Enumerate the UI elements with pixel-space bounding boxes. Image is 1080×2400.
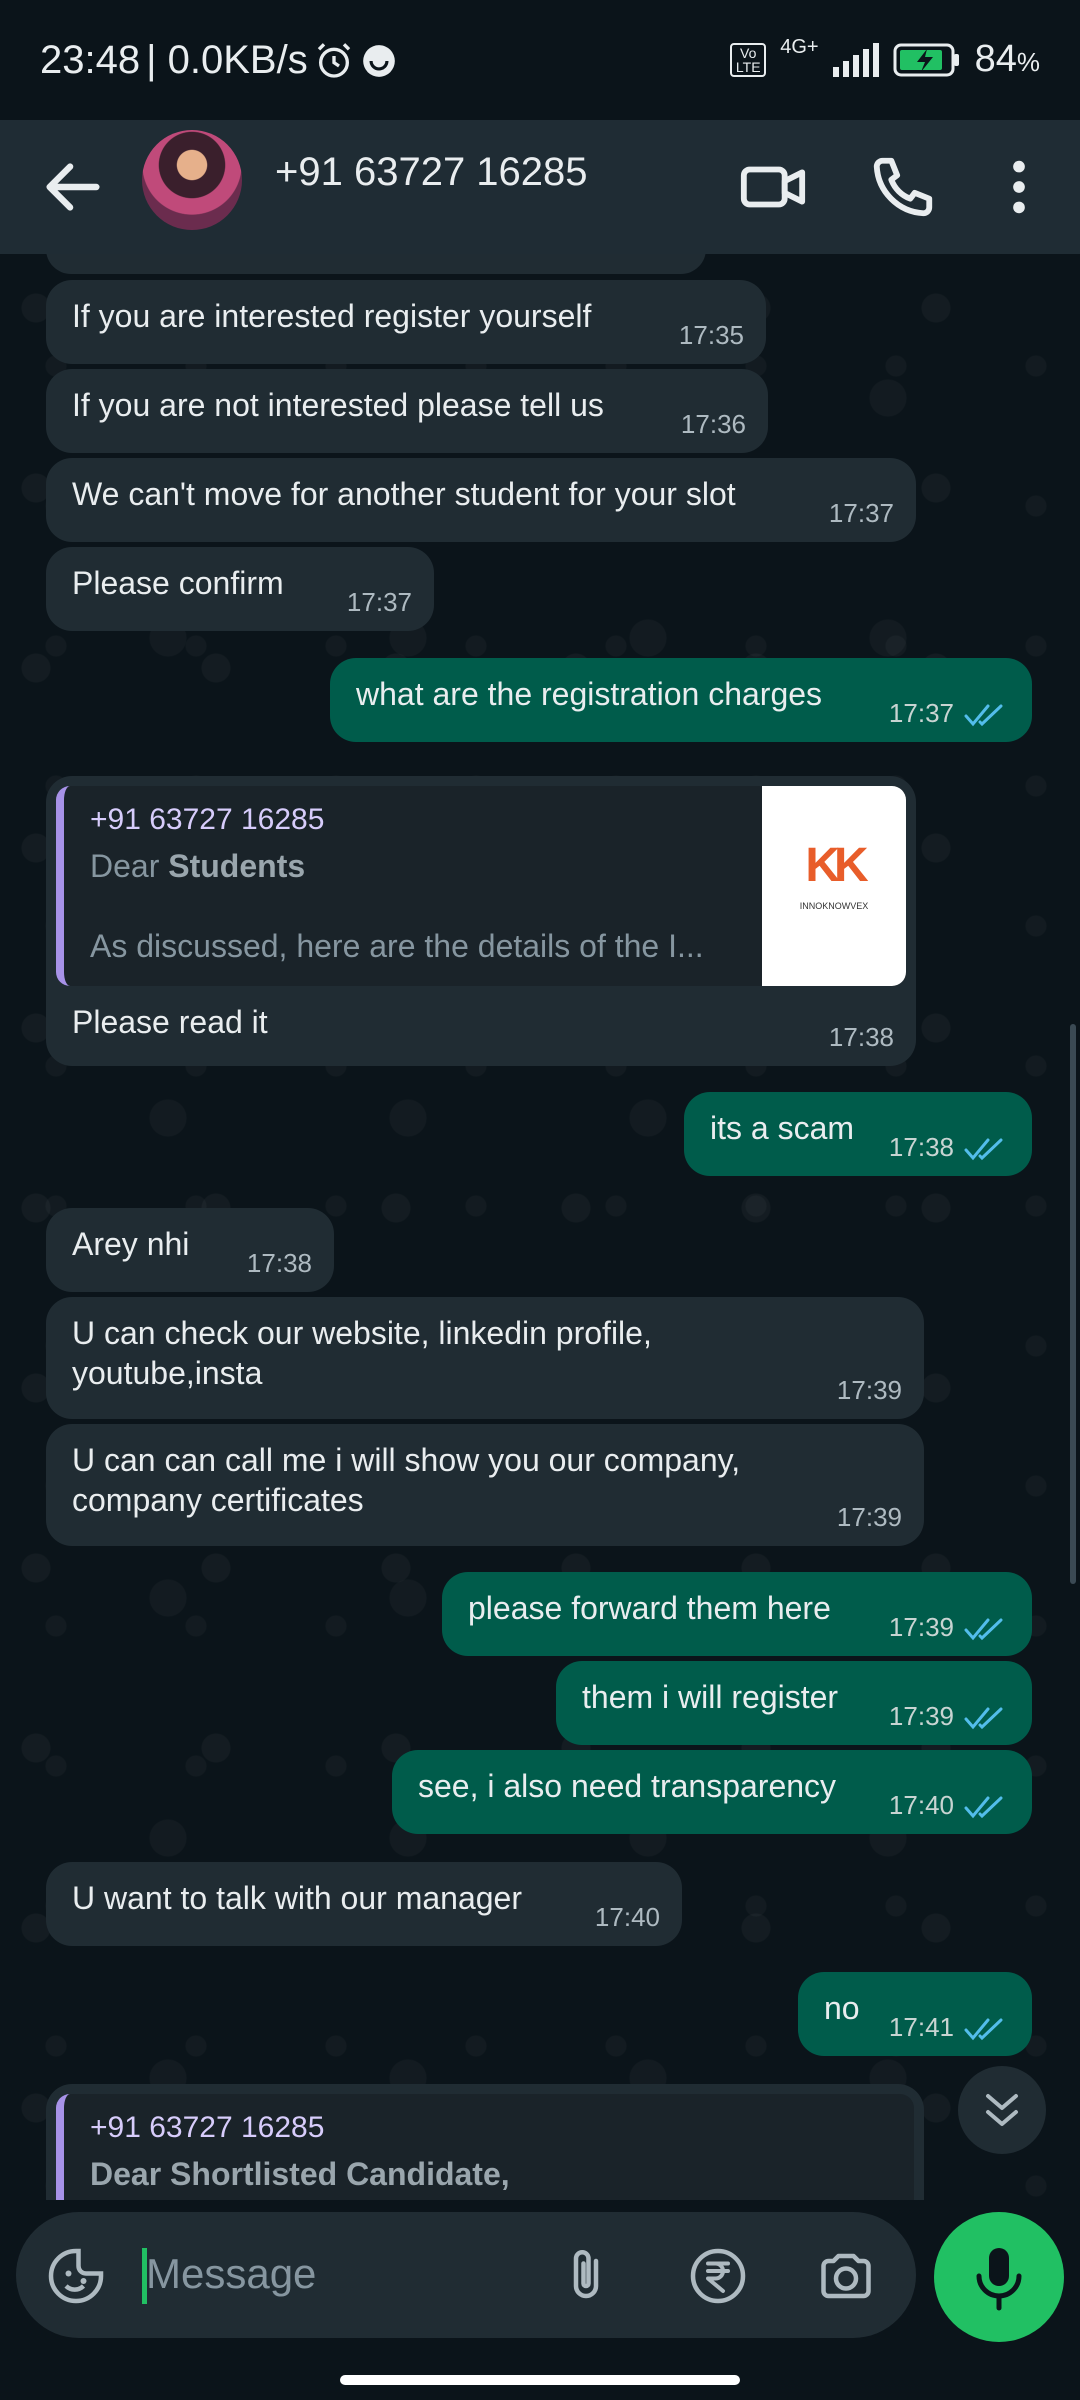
message-bubble[interactable]: We can't move for another student for yo…	[46, 458, 916, 542]
read-ticks-icon	[964, 1138, 1003, 1161]
message-bubble-outgoing[interactable]: its a scam 17:38	[684, 1092, 1032, 1176]
microphone-icon	[976, 2248, 1022, 2311]
message-time: 17:40	[888, 1790, 954, 1820]
home-indicator[interactable]	[340, 2375, 740, 2385]
message-placeholder: Message	[146, 2250, 317, 2297]
message-text: no	[824, 1990, 860, 2026]
message-text: We can't move for another student for yo…	[72, 476, 736, 512]
quoted-message[interactable]: +91 63727 16285 Dear Students As discuss…	[56, 786, 906, 986]
message-time: 17:40	[594, 1902, 660, 1932]
scrollbar[interactable]	[1070, 1024, 1076, 1584]
read-ticks-icon	[964, 1707, 1003, 1730]
status-bar: 23:48 | 0.0KB/s Vo LTE 4G+ 84%	[0, 0, 1080, 120]
message-bubble-outgoing[interactable]: what are the registration charges 17:37	[330, 658, 1032, 742]
read-ticks-icon	[964, 2018, 1003, 2041]
message-text: If you are not interested please tell us	[72, 387, 604, 423]
quoted-bold: Dear Shortlisted Candidate,	[90, 2156, 510, 2192]
quoted-message[interactable]: +91 63727 16285 Dear Shortlisted Candida…	[56, 2094, 914, 2200]
message-time: 17:39	[836, 1375, 902, 1405]
message-bubble-outgoing[interactable]: see, i also need transparency 17:40	[392, 1750, 1032, 1834]
message-text: what are the registration charges	[356, 676, 823, 712]
contact-avatar[interactable]	[142, 130, 242, 230]
more-options-icon[interactable]	[984, 152, 1054, 222]
network-type: 4G+	[780, 36, 819, 58]
message-bubble-outgoing[interactable]: them i will register 17:39	[556, 1661, 1032, 1745]
message-time: 17:37	[828, 498, 894, 528]
battery-level: 84	[974, 38, 1017, 80]
message-text: Please read it	[72, 1004, 268, 1040]
alarm-icon	[317, 42, 350, 78]
quoted-line-1: Dear Students	[90, 846, 305, 886]
attach-icon[interactable]	[556, 2246, 616, 2306]
message-bubble-partial[interactable]	[46, 254, 706, 274]
quoted-prefix: Dear	[90, 848, 169, 884]
message-input[interactable]: Message	[16, 2212, 916, 2338]
message-time: 17:38	[888, 1132, 954, 1162]
quoted-line-1: Dear Shortlisted Candidate,	[90, 2154, 510, 2194]
contact-name[interactable]: +91 63727 16285	[275, 150, 588, 195]
message-bubble-quoted[interactable]: +91 63727 16285 Dear Students As discuss…	[46, 776, 916, 1066]
read-ticks-icon	[964, 1796, 1003, 1819]
status-time: 23:48	[40, 38, 141, 82]
voice-call-icon[interactable]	[868, 152, 938, 222]
message-time: 17:41	[888, 2012, 954, 2042]
message-bubble[interactable]: Arey nhi 17:38	[46, 1208, 334, 1292]
message-bubble-quoted[interactable]: +91 63727 16285 Dear Shortlisted Candida…	[46, 2084, 924, 2200]
message-text: Please confirm	[72, 565, 284, 601]
message-text: U can check our website, linkedin profil…	[72, 1315, 652, 1391]
message-bubble[interactable]: U want to talk with our manager 17:40	[46, 1862, 682, 1946]
scroll-to-bottom-button[interactable]	[958, 2066, 1046, 2154]
back-arrow-icon[interactable]	[38, 152, 108, 222]
message-text: its a scam	[710, 1110, 855, 1146]
quoted-line-2: As discussed, here are the details of th…	[90, 928, 704, 964]
message-text: them i will register	[582, 1679, 839, 1715]
message-bubble[interactable]: If you are not interested please tell us…	[46, 369, 768, 453]
signal-icon	[832, 42, 879, 77]
message-text: If you are interested register yourself	[72, 298, 592, 334]
composer-bar: Message	[0, 2200, 1080, 2400]
video-call-icon[interactable]	[738, 152, 808, 222]
message-bubble[interactable]: U can can call me i will show you our co…	[46, 1424, 924, 1546]
message-time: 17:39	[888, 1612, 954, 1642]
message-time: 17:39	[836, 1502, 902, 1532]
message-bubble[interactable]: Please confirm 17:37	[46, 547, 434, 631]
sticker-icon[interactable]	[46, 2246, 106, 2306]
volte-badge: Vo LTE	[730, 42, 767, 77]
quoted-sender: +91 63727 16285	[90, 2111, 325, 2144]
camera-icon[interactable]	[816, 2246, 876, 2306]
message-text: see, i also need transparency	[418, 1768, 837, 1804]
message-time: 17:38	[828, 1022, 894, 1052]
chat-area[interactable]: If you are interested register yourself …	[0, 254, 1080, 2200]
status-speed: | 0.0KB/s	[146, 38, 308, 82]
message-text: Arey nhi	[72, 1226, 190, 1262]
quoted-sender: +91 63727 16285	[90, 803, 325, 836]
message-text: U can can call me i will show you our co…	[72, 1442, 741, 1518]
battery-unit: %	[1016, 47, 1040, 77]
message-time: 17:37	[888, 698, 954, 728]
voice-record-button[interactable]	[934, 2212, 1064, 2342]
message-time: 17:39	[888, 1701, 954, 1731]
message-time: 17:35	[678, 320, 744, 350]
company-logo-caption: INNOKNOWVEX	[799, 901, 869, 911]
message-text: please forward them here	[468, 1590, 831, 1626]
message-bubble[interactable]: If you are interested register yourself …	[46, 280, 766, 364]
message-bubble-outgoing[interactable]: no 17:41	[798, 1972, 1032, 2056]
read-ticks-icon	[964, 704, 1003, 727]
quoted-thumbnail: KK INNOKNOWVEX	[762, 786, 906, 986]
company-logo: KK	[805, 839, 868, 892]
read-ticks-icon	[964, 1618, 1003, 1641]
message-time: 17:36	[680, 409, 746, 439]
chat-header: +91 63727 16285	[0, 120, 1080, 254]
message-text: U want to talk with our manager	[72, 1880, 522, 1916]
message-bubble[interactable]: U can check our website, linkedin profil…	[46, 1297, 924, 1419]
message-time: 17:38	[246, 1248, 312, 1278]
message-bubble-outgoing[interactable]: please forward them here 17:39	[442, 1572, 1032, 1656]
quoted-bold: Students	[168, 848, 306, 884]
double-chevron-down-icon	[986, 2094, 1018, 2126]
app-notification-icon	[362, 44, 395, 77]
message-time: 17:37	[346, 587, 412, 617]
payment-rupee-icon[interactable]	[688, 2246, 748, 2306]
battery-icon	[893, 43, 959, 76]
